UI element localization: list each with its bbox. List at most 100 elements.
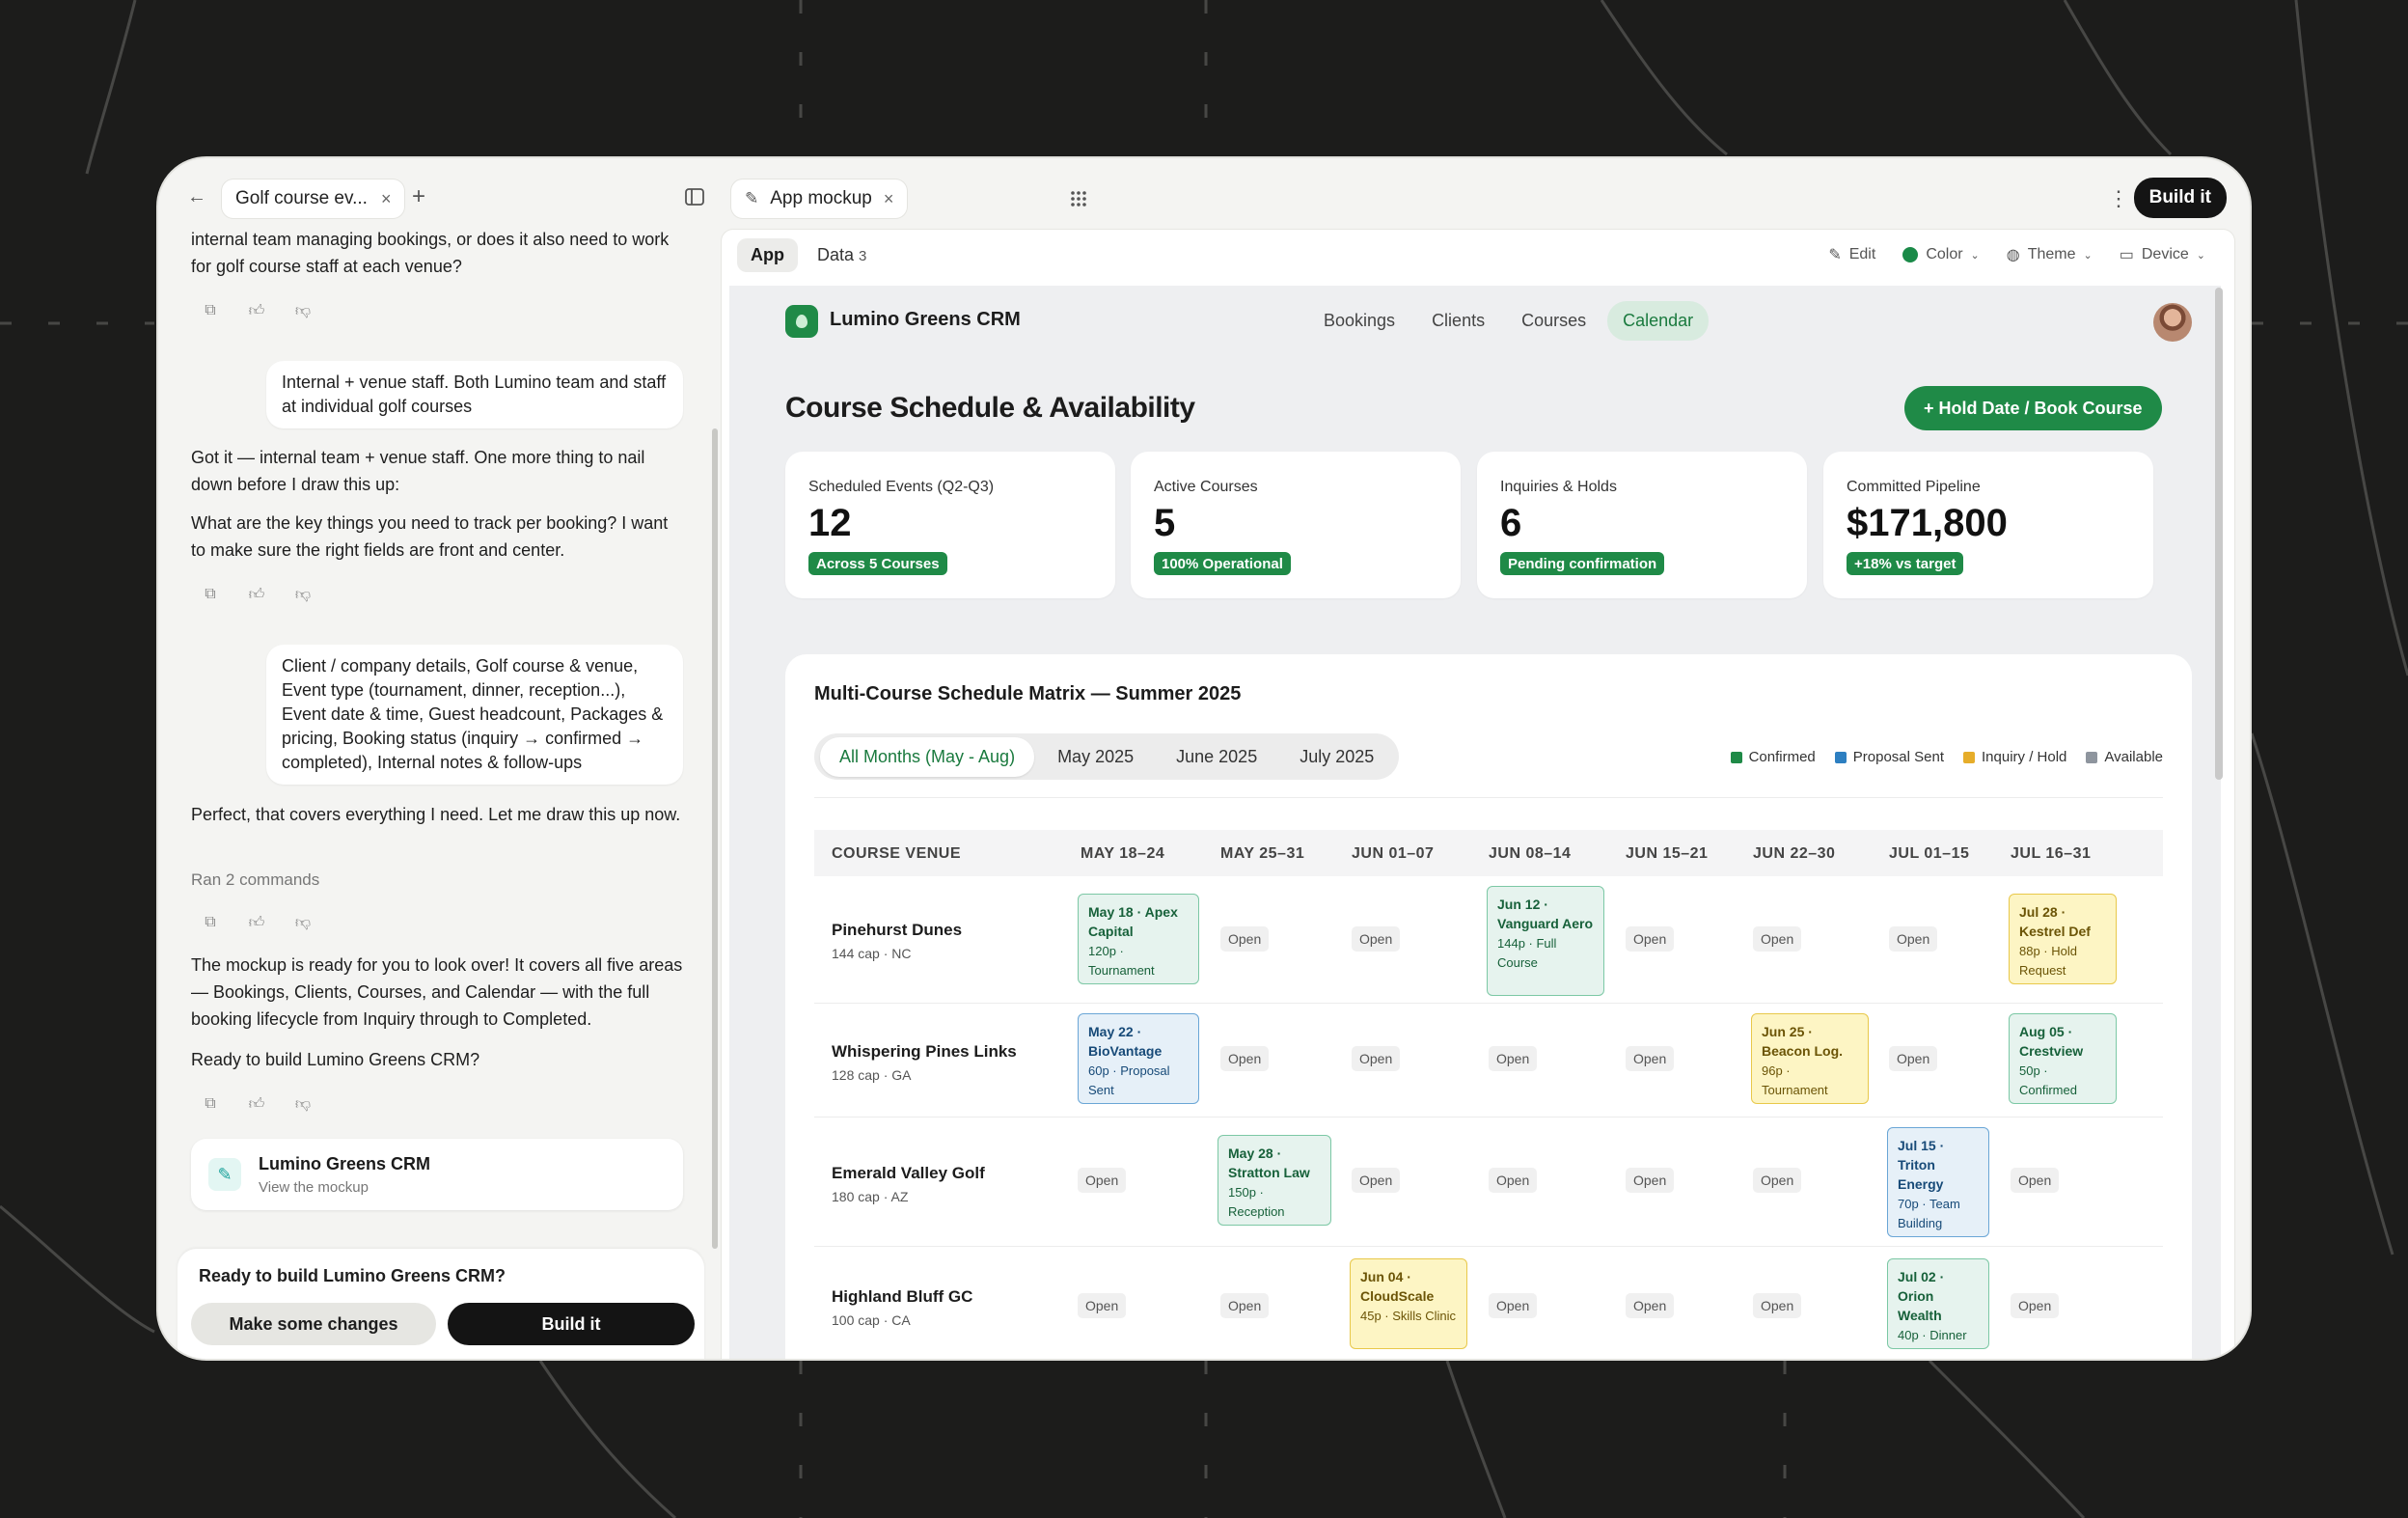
copy-icon[interactable]: ⧉ [201, 301, 220, 320]
close-icon[interactable]: × [381, 189, 392, 209]
event-block[interactable]: Jun 25 · Beacon Log. 96p · Tournament [1751, 1013, 1869, 1104]
sidebar-toggle-icon[interactable] [683, 185, 706, 208]
event-detail: 45p · Skills Clinic [1360, 1309, 1456, 1323]
open-slot[interactable]: Open [1352, 926, 1401, 952]
ran-commands[interactable]: Ran 2 commands [191, 867, 683, 894]
filter-july[interactable]: July 2025 [1280, 737, 1393, 777]
avatar[interactable] [2153, 303, 2192, 342]
open-slot[interactable]: Open [1889, 926, 1938, 952]
thumbs-down-icon[interactable]: 👎︎ [293, 585, 313, 604]
event-block[interactable]: Jun 04 · CloudScale 45p · Skills Clinic [1350, 1258, 1467, 1349]
event-detail: 88p · Hold Request [2019, 944, 2077, 978]
copy-icon[interactable]: ⧉ [201, 1094, 220, 1114]
event-block[interactable]: Jul 15 · Triton Energy 70p · Team Buildin… [1887, 1127, 1989, 1237]
nav-calendar[interactable]: Calendar [1607, 301, 1710, 341]
chevron-down-icon: ⌄ [1970, 249, 1980, 262]
preview-scrollbar[interactable] [2215, 288, 2223, 780]
stat-badge: Pending confirmation [1500, 552, 1665, 575]
copy-icon[interactable]: ⧉ [201, 585, 220, 604]
event-block[interactable]: Aug 05 · Crestview 50p · Confirmed [2009, 1013, 2117, 1104]
app-mockup-tab[interactable]: ✎ App mockup × [731, 179, 908, 218]
app-view-tab[interactable]: App [737, 237, 798, 272]
artifact-title: Lumino Greens CRM [259, 1154, 431, 1173]
event-block[interactable]: May 18 · Apex Capital 120p · Tournament [1078, 894, 1199, 984]
open-slot[interactable]: Open [1352, 1046, 1401, 1071]
grid-icon[interactable] [1067, 187, 1090, 210]
stat-value: $171,800 [1847, 502, 2008, 544]
thumbs-down-icon[interactable]: 👎︎ [293, 301, 313, 320]
open-slot[interactable]: Open [1753, 926, 1802, 952]
device-tool[interactable]: ▭ Device ⌄ [2120, 245, 2205, 264]
thumbs-up-icon[interactable]: 👍︎ [247, 1094, 266, 1114]
open-slot[interactable]: Open [1489, 1046, 1538, 1071]
edit-tool[interactable]: ✎ Edit [1828, 245, 1875, 264]
event-block[interactable]: Jul 02 · Orion Wealth 40p · Dinner [1887, 1258, 1989, 1349]
filter-june[interactable]: June 2025 [1157, 737, 1276, 777]
copy-icon[interactable]: ⧉ [201, 913, 220, 932]
nav-clients[interactable]: Clients [1416, 301, 1500, 341]
thumbs-up-icon[interactable]: 👍︎ [247, 585, 266, 604]
nav-bookings[interactable]: Bookings [1308, 301, 1410, 341]
stat-label: Active Courses [1154, 479, 1258, 495]
thumbs-down-icon[interactable]: 👎︎ [293, 913, 313, 932]
open-slot[interactable]: Open [2011, 1168, 2060, 1193]
open-slot[interactable]: Open [1626, 1168, 1675, 1193]
thumbs-down-icon[interactable]: 👎︎ [293, 1094, 313, 1114]
open-slot[interactable]: Open [1220, 926, 1270, 952]
open-slot[interactable]: Open [1352, 1168, 1401, 1193]
data-view-tab[interactable]: Data 3 [807, 238, 876, 272]
make-changes-button[interactable]: Make some changes [191, 1303, 436, 1345]
color-label: Color [1926, 246, 1963, 262]
event-block[interactable]: Jun 12 · Vanguard Aero 144p · Full Course [1487, 886, 1604, 996]
schedule-matrix: Multi-Course Schedule Matrix — Summer 20… [785, 654, 2192, 1359]
chat-scrollbar[interactable] [712, 428, 718, 1249]
prompt-question: Ready to build Lumino Greens CRM? [199, 1266, 506, 1285]
event-block[interactable]: Jul 28 · Kestrel Def 88p · Hold Request [2009, 894, 2117, 984]
close-icon[interactable]: × [884, 189, 894, 209]
column-header: JUN 01–07 [1352, 845, 1435, 862]
open-slot[interactable]: Open [1220, 1046, 1270, 1071]
event-block[interactable]: May 28 · Stratton Law 150p · Reception [1218, 1135, 1331, 1226]
open-slot[interactable]: Open [1078, 1293, 1127, 1318]
event-block[interactable]: May 22 · BioVantage 60p · Proposal Sent [1078, 1013, 1199, 1104]
filter-may[interactable]: May 2025 [1038, 737, 1153, 777]
assistant-message: What are the key things you need to trac… [191, 513, 669, 560]
open-slot[interactable]: Open [1626, 1293, 1675, 1318]
open-slot[interactable]: Open [1078, 1168, 1127, 1193]
plus-icon[interactable]: + [407, 183, 430, 209]
build-it-button[interactable]: Build it [448, 1303, 695, 1345]
stat-value: 12 [808, 502, 852, 544]
open-slot[interactable]: Open [1489, 1293, 1538, 1318]
open-slot[interactable]: Open [1753, 1168, 1802, 1193]
mockup-artifact-card[interactable]: ✎ Lumino Greens CRM View the mockup [191, 1139, 683, 1210]
back-arrow-icon[interactable]: ← [185, 185, 208, 208]
event-title: Jun 12 · Vanguard Aero [1497, 897, 1594, 931]
color-tool[interactable]: Color ⌄ [1902, 246, 1980, 263]
open-slot[interactable]: Open [1626, 1046, 1675, 1071]
table-header: COURSE VENUE MAY 18–24 MAY 25–31 JUN 01–… [814, 830, 2163, 876]
open-slot[interactable]: Open [1220, 1293, 1270, 1318]
open-slot[interactable]: Open [1753, 1293, 1802, 1318]
open-slot[interactable]: Open [1626, 926, 1675, 952]
build-prompt: Ready to build Lumino Greens CRM? Make s… [178, 1249, 704, 1359]
thumbs-up-icon[interactable]: 👍︎ [247, 913, 266, 932]
open-slot[interactable]: Open [1489, 1168, 1538, 1193]
preview-frame: App Data 3 ✎ Edit Color ⌄ ◍ Theme ⌄ ▭ Device ⌄… [722, 230, 2234, 1359]
hold-date-button[interactable]: + Hold Date / Book Course [1904, 386, 2162, 430]
column-header: MAY 25–31 [1220, 845, 1305, 862]
open-slot[interactable]: Open [2011, 1293, 2060, 1318]
venue-name: Highland Bluff GC [832, 1287, 973, 1306]
build-it-top-button[interactable]: Build it [2133, 178, 2227, 218]
chat-tab[interactable]: Golf course ev... × [222, 179, 405, 218]
stat-label: Inquiries & Holds [1500, 479, 1617, 495]
main-nav: Bookings Clients Courses Calendar [1308, 301, 1710, 341]
legend-swatch [1730, 751, 1742, 763]
nav-courses[interactable]: Courses [1506, 301, 1601, 341]
theme-tool[interactable]: ◍ Theme ⌄ [2007, 245, 2093, 264]
open-slot[interactable]: Open [1889, 1046, 1938, 1071]
thumbs-up-icon[interactable]: 👍︎ [247, 301, 266, 320]
legend-swatch [1963, 751, 1976, 763]
message-actions: ⧉ 👍︎ 👎︎ [201, 913, 313, 932]
filter-all-months[interactable]: All Months (May - Aug) [820, 736, 1035, 777]
more-options-icon[interactable]: ⋮ [2107, 186, 2130, 210]
